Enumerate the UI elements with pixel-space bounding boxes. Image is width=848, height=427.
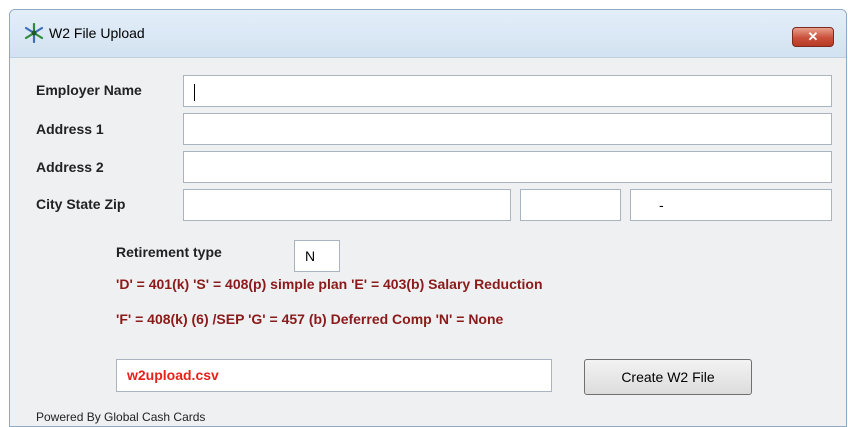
star-icon — [24, 23, 44, 43]
filename-field[interactable]: w2upload.csv — [116, 359, 552, 392]
zip-field[interactable]: - — [630, 189, 832, 221]
address2-label: Address 2 — [36, 159, 104, 175]
retirement-type-label: Retirement type — [116, 244, 222, 260]
retirement-help-line2: 'F' = 408(k) (6) /SEP 'G' = 457 (b) Defe… — [116, 311, 504, 327]
form-area: Employer Name Address 1 Address 2 City S… — [10, 58, 846, 426]
city-state-zip-label: City State Zip — [36, 196, 126, 212]
text-caret — [194, 83, 195, 101]
employer-name-field[interactable] — [183, 75, 832, 107]
title-bar: W2 File Upload ✕ — [10, 10, 846, 58]
city-field[interactable] — [183, 189, 511, 221]
address1-field[interactable] — [183, 113, 832, 145]
window-title: W2 File Upload — [49, 25, 145, 41]
powered-by-text: Powered By Global Cash Cards — [36, 410, 206, 424]
retirement-help-line1: 'D' = 401(k) 'S' = 408(p) simple plan 'E… — [116, 276, 543, 292]
create-w2-file-button[interactable]: Create W2 File — [584, 359, 752, 395]
address1-label: Address 1 — [36, 121, 104, 137]
retirement-type-field[interactable]: N — [294, 240, 340, 272]
close-button[interactable]: ✕ — [792, 27, 834, 47]
employer-name-label: Employer Name — [36, 82, 142, 98]
address2-field[interactable] — [183, 151, 832, 183]
state-field[interactable] — [520, 189, 621, 221]
w2-upload-window: W2 File Upload ✕ Employer Name Address 1… — [9, 9, 847, 427]
